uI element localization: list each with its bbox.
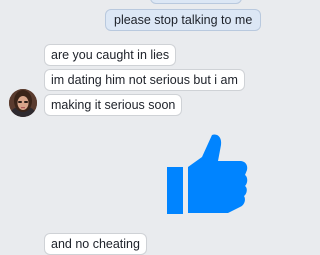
message-bubble-outgoing-clipped[interactable] xyxy=(150,0,242,4)
thumbs-up-icon[interactable] xyxy=(166,133,248,215)
message-thread: please stop talking to me are you caught… xyxy=(0,0,262,255)
message-bubble-incoming[interactable]: im dating him not serious but i am xyxy=(44,69,245,91)
message-text: and no cheating xyxy=(51,237,140,251)
message-bubble-outgoing[interactable]: please stop talking to me xyxy=(105,9,262,31)
message-text: making it serious soon xyxy=(51,98,176,112)
avatar-image xyxy=(9,89,37,117)
message-bubble-incoming[interactable]: are you caught in lies xyxy=(44,44,177,66)
message-text: please stop talking to me xyxy=(114,13,253,27)
message-bubble-incoming[interactable]: making it serious soon xyxy=(44,94,183,116)
message-bubble-incoming[interactable]: and no cheating xyxy=(44,233,147,255)
contact-avatar[interactable] xyxy=(9,89,37,117)
message-text: im dating him not serious but i am xyxy=(51,73,238,87)
message-text: are you caught in lies xyxy=(51,48,170,62)
thumbs-up-glyph xyxy=(167,134,248,214)
